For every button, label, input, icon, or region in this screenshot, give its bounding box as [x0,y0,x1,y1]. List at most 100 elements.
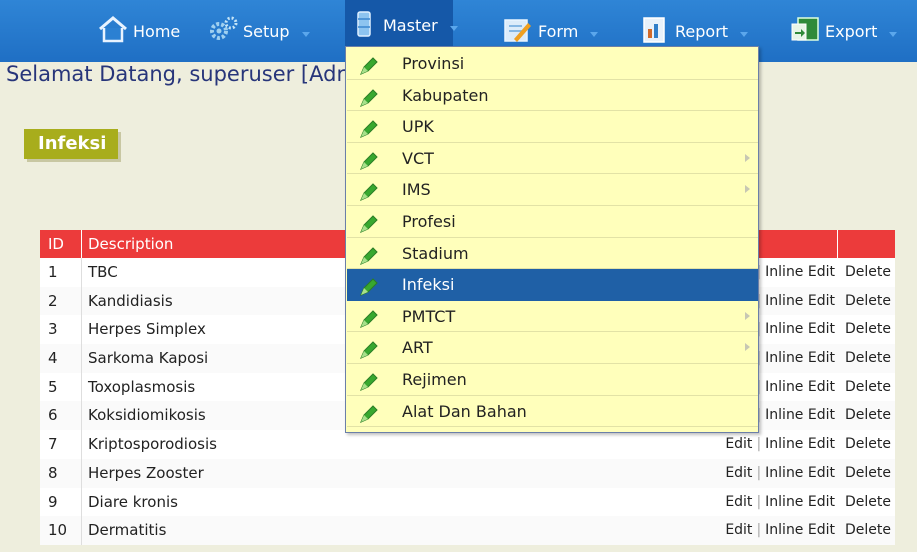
row-description: Koksidiomikosis [88,406,206,425]
inline-edit-link[interactable]: Inline Edit [765,494,835,510]
inline-edit-link[interactable]: Inline Edit [765,465,835,481]
menu-item-ims[interactable]: IMS [347,174,758,206]
delete-link[interactable]: Delete [845,321,891,337]
pencil-icon [358,87,380,113]
delete-link[interactable]: Delete [845,379,891,395]
gear-icon [207,15,239,47]
menu-item-label: VCT [402,148,434,168]
row-actions: Edit|Inline Edit Delete [725,522,891,538]
chevron-down-icon [301,31,310,37]
action-separator: | [756,522,762,539]
row-id: 10 [48,521,68,540]
row-id: 5 [48,377,58,396]
inline-edit-link[interactable]: Inline Edit [765,379,835,395]
row-description: Herpes Simplex [88,320,206,339]
column-divider [81,230,82,258]
row-description: Sarkoma Kaposi [88,349,209,368]
nav-setup[interactable]: Setup [207,0,310,62]
menu-item-label: ART [402,338,433,358]
table-row: 8 Herpes Zooster Edit | Inline Edit Delete [40,458,895,488]
nav-export[interactable]: Export [789,0,898,62]
menu-item-stadium[interactable]: Stadium [347,238,758,270]
nav-master[interactable]: Master [345,0,458,50]
column-header-id: ID [48,235,64,253]
column-divider [81,315,82,345]
column-divider [81,344,82,373]
edit-link[interactable]: Edit [725,494,752,510]
action-separator: | [756,464,762,481]
menu-item-label: UPK [402,117,434,137]
delete-link[interactable]: Delete [845,436,891,452]
row-description: Dermatitis [88,521,167,540]
edit-link[interactable]: Edit [725,465,752,481]
menu-item-alat-dan-bahan[interactable]: Alat Dan Bahan [347,396,758,428]
inline-edit-link[interactable]: Inline Edit [765,350,835,366]
column-divider [81,372,82,402]
column-divider [81,430,82,459]
chevron-right-icon [745,185,750,194]
nav-setup-label: Setup [243,21,290,41]
inline-edit-link[interactable]: Inline Edit [765,293,835,309]
pencil-icon [358,150,380,176]
menu-item-label: Rejimen [402,370,467,389]
page-title: Infeksi [24,129,119,159]
delete-link[interactable]: Delete [845,407,891,423]
column-divider [81,458,82,488]
chevron-right-icon [745,343,750,352]
menu-item-art[interactable]: ART [347,332,758,364]
chevron-down-icon [449,25,458,31]
menu-item-profesi[interactable]: Profesi [347,206,758,238]
table-row: 10 Dermatitis Edit | Inline Edit Delete [40,516,895,545]
menu-item-label: IMS [402,180,431,200]
row-description: Toxoplasmosis [88,377,196,396]
pencil-icon [358,308,380,334]
inline-edit-link[interactable]: Inline Edit [765,264,835,280]
inline-edit-link[interactable]: Inline Edit [765,321,835,337]
delete-link[interactable]: Delete [845,494,891,510]
chevron-right-icon [745,153,750,162]
export-icon [789,15,821,47]
menu-item-label: Profesi [402,212,456,231]
delete-link[interactable]: Delete [845,522,891,538]
row-id: 7 [48,435,58,454]
row-id: 9 [48,492,58,511]
nav-home[interactable]: Home [97,0,180,62]
menu-item-vct[interactable]: VCT [347,143,758,175]
column-header-description: Description [88,235,174,253]
row-actions: Edit|Inline Edit Delete [725,436,891,452]
action-separator: | [756,436,762,453]
page: Home Setup Master Form Report Export Sel… [0,0,917,552]
inline-edit-link[interactable]: Inline Edit [765,522,835,538]
pencil-icon [358,213,380,239]
nav-master-label: Master [383,15,438,35]
menu-item-label: Kabupaten [402,85,489,105]
menu-item-label: Infeksi [402,275,455,295]
row-id: 4 [48,349,58,368]
menu-item-label: PMTCT [402,306,456,326]
delete-link[interactable]: Delete [845,350,891,366]
menu-item-upk[interactable]: UPK [347,111,758,143]
pencil-icon [358,276,380,302]
report-icon [639,15,671,47]
menu-item-provinsi[interactable]: Provinsi [347,48,758,80]
edit-link[interactable]: Edit [725,436,752,452]
column-divider [81,258,82,287]
edit-link[interactable]: Edit [725,522,752,538]
inline-edit-link[interactable]: Inline Edit [765,436,835,452]
row-description: Kandidiasis [88,291,173,310]
column-divider [81,516,82,545]
master-dropdown-menu: Provinsi Kabupaten UPK VCT IMS Profesi S… [345,46,759,433]
delete-link[interactable]: Delete [845,465,891,481]
menu-item-pmtct[interactable]: PMTCT [347,301,758,333]
menu-item-label: Alat Dan Bahan [402,401,527,421]
menu-item-infeksi[interactable]: Infeksi [347,269,758,301]
menu-item-kabupaten[interactable]: Kabupaten [347,80,758,112]
row-id: 2 [48,291,58,310]
pencil-icon [358,371,380,397]
delete-link[interactable]: Delete [845,264,891,280]
menu-item-label: Stadium [402,243,469,263]
table-row: 7 Kriptosporodiosis Edit | Inline Edit Dele… [40,430,895,459]
menu-item-rejimen[interactable]: Rejimen [347,364,758,396]
inline-edit-link[interactable]: Inline Edit [765,407,835,423]
delete-link[interactable]: Delete [845,293,891,309]
